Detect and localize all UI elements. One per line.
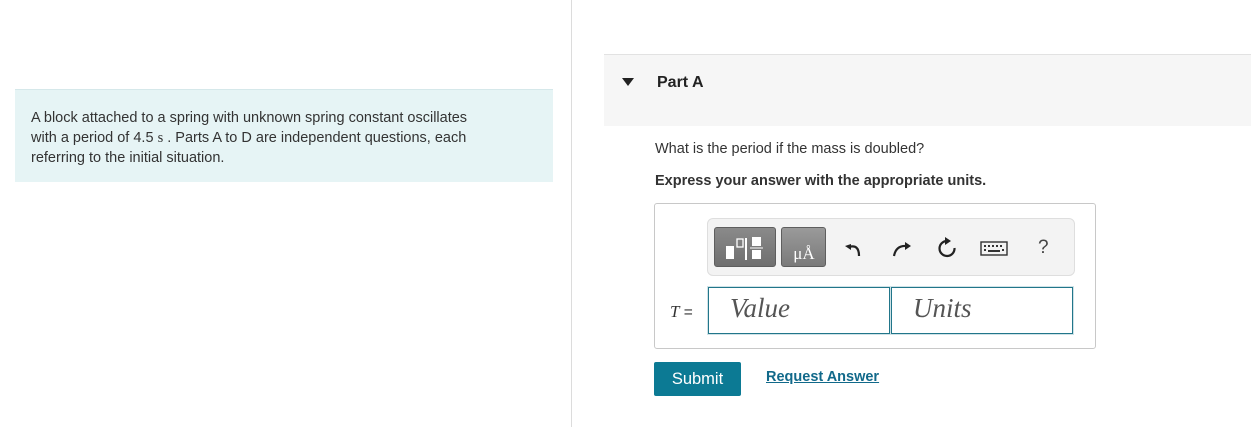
problem-statement: A block attached to a spring with unknow… <box>15 89 553 182</box>
undo-icon[interactable] <box>844 237 866 259</box>
instruction-text: Express your answer with the appropriate… <box>655 173 987 189</box>
math-toolbar: μÅ ? <box>707 218 1075 276</box>
problem-line-2b: . Parts A to D are independent questions… <box>163 130 467 146</box>
redo-icon[interactable] <box>890 237 912 259</box>
help-icon[interactable]: ? <box>1038 237 1049 259</box>
problem-line-1: A block attached to a spring with unknow… <box>31 110 468 126</box>
part-a-header[interactable]: Part A <box>604 54 1251 126</box>
column-divider <box>571 0 572 427</box>
collapse-caret-icon[interactable] <box>622 78 634 86</box>
problem-line-3: referring to the initial situation. <box>31 150 225 166</box>
submit-button[interactable]: Submit <box>654 362 741 396</box>
templates-icon <box>726 237 763 260</box>
units-symbol-icon: μÅ <box>793 244 815 263</box>
equals-sign: = <box>679 304 693 321</box>
answer-area: μÅ ? T = Value Units <box>654 203 1096 349</box>
value-input[interactable]: Value <box>707 286 891 335</box>
part-title: Part A <box>657 74 704 91</box>
keyboard-icon[interactable] <box>980 237 1008 259</box>
question-text: What is the period if the mass is double… <box>655 141 925 157</box>
reset-icon[interactable] <box>936 237 958 259</box>
templates-button[interactable] <box>714 227 776 267</box>
units-button[interactable]: μÅ <box>781 227 826 267</box>
units-input[interactable]: Units <box>890 286 1074 335</box>
problem-line-2a: with a period of 4.5 <box>31 130 158 146</box>
svg-text:μÅ: μÅ <box>793 244 815 263</box>
request-answer-link[interactable]: Request Answer <box>766 369 879 385</box>
answer-variable-label: T = <box>670 302 693 322</box>
